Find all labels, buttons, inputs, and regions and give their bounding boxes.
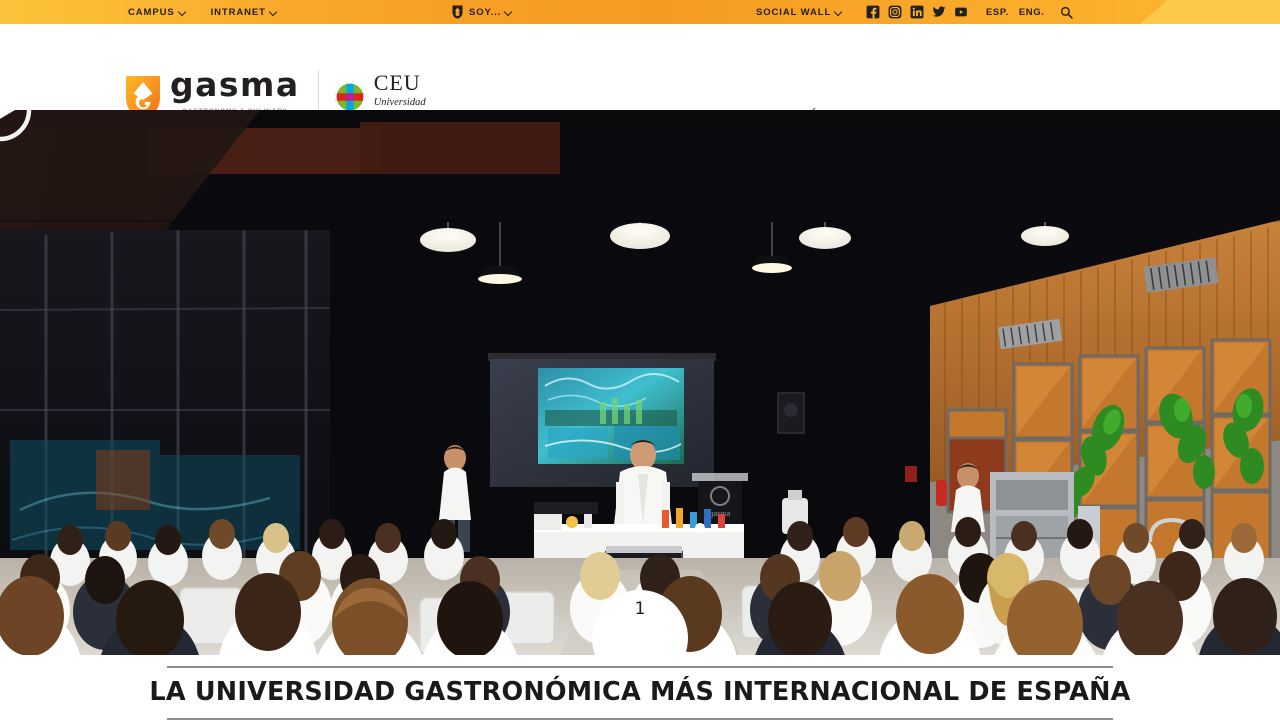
gasma-wordmark: gasma bbox=[170, 65, 300, 104]
topbar-soy-menu[interactable]: SOY... bbox=[452, 5, 511, 19]
twitter-icon[interactable] bbox=[932, 5, 946, 19]
gasma-mark-icon bbox=[452, 5, 463, 19]
facebook-icon[interactable] bbox=[866, 5, 880, 19]
hero-slider[interactable]: gasma bbox=[0, 110, 1280, 655]
page-title: LA UNIVERSIDAD GASTRONÓMICA MÁS INTERNAC… bbox=[149, 677, 1131, 707]
ceu-name-line1: Universidad bbox=[373, 96, 426, 108]
instagram-icon[interactable] bbox=[888, 5, 902, 19]
linkedin-icon[interactable] bbox=[910, 5, 924, 19]
headline-section: LA UNIVERSIDAD GASTRONÓMICA MÁS INTERNAC… bbox=[0, 655, 1280, 721]
chevron-down-icon bbox=[270, 8, 276, 14]
topbar-link-campus-label: CAMPUS bbox=[128, 6, 175, 18]
topbar-link-intranet[interactable]: INTRANET bbox=[211, 7, 276, 18]
headline-rule-top bbox=[167, 666, 1113, 668]
top-utility-bar: CAMPUS INTRANET SOY... SOCIAL WALL ESP. … bbox=[0, 0, 1280, 24]
language-option-esp[interactable]: ESP. bbox=[986, 7, 1009, 18]
hero-image: gasma bbox=[0, 110, 1280, 655]
language-option-eng[interactable]: ENG. bbox=[1019, 7, 1045, 18]
chevron-down-icon bbox=[505, 8, 511, 14]
topbar-social-wall-label: SOCIAL WALL bbox=[756, 6, 832, 18]
topbar-soy-label: SOY... bbox=[469, 6, 502, 18]
topbar-social-wall-link[interactable]: SOCIAL WALL bbox=[756, 7, 841, 18]
slide-number-value: 1 bbox=[634, 599, 646, 619]
topbar-wedge-decoration bbox=[1140, 0, 1280, 24]
play-button[interactable] bbox=[0, 110, 32, 142]
topbar-social-wall[interactable]: SOCIAL WALL bbox=[756, 7, 841, 18]
youtube-icon[interactable] bbox=[954, 5, 968, 19]
site-header: gasma GASTRONOMY & CULINARY MANAGEMENT C… bbox=[0, 24, 1280, 124]
topbar-link-campus[interactable]: CAMPUS bbox=[128, 7, 185, 18]
chevron-down-icon bbox=[179, 8, 185, 14]
headline-rule-bottom bbox=[167, 718, 1113, 720]
ceu-acronym: CEU bbox=[373, 69, 421, 95]
topbar-soy-link[interactable]: SOY... bbox=[469, 7, 511, 18]
topbar-link-intranet-label: INTRANET bbox=[210, 6, 266, 18]
topbar-left-links: CAMPUS INTRANET bbox=[128, 7, 276, 18]
ceu-cross-logo-icon bbox=[334, 81, 365, 112]
search-icon[interactable] bbox=[1060, 6, 1074, 19]
chevron-down-icon bbox=[835, 8, 841, 14]
topbar-right-cluster: ESP. ENG. bbox=[866, 5, 1074, 19]
